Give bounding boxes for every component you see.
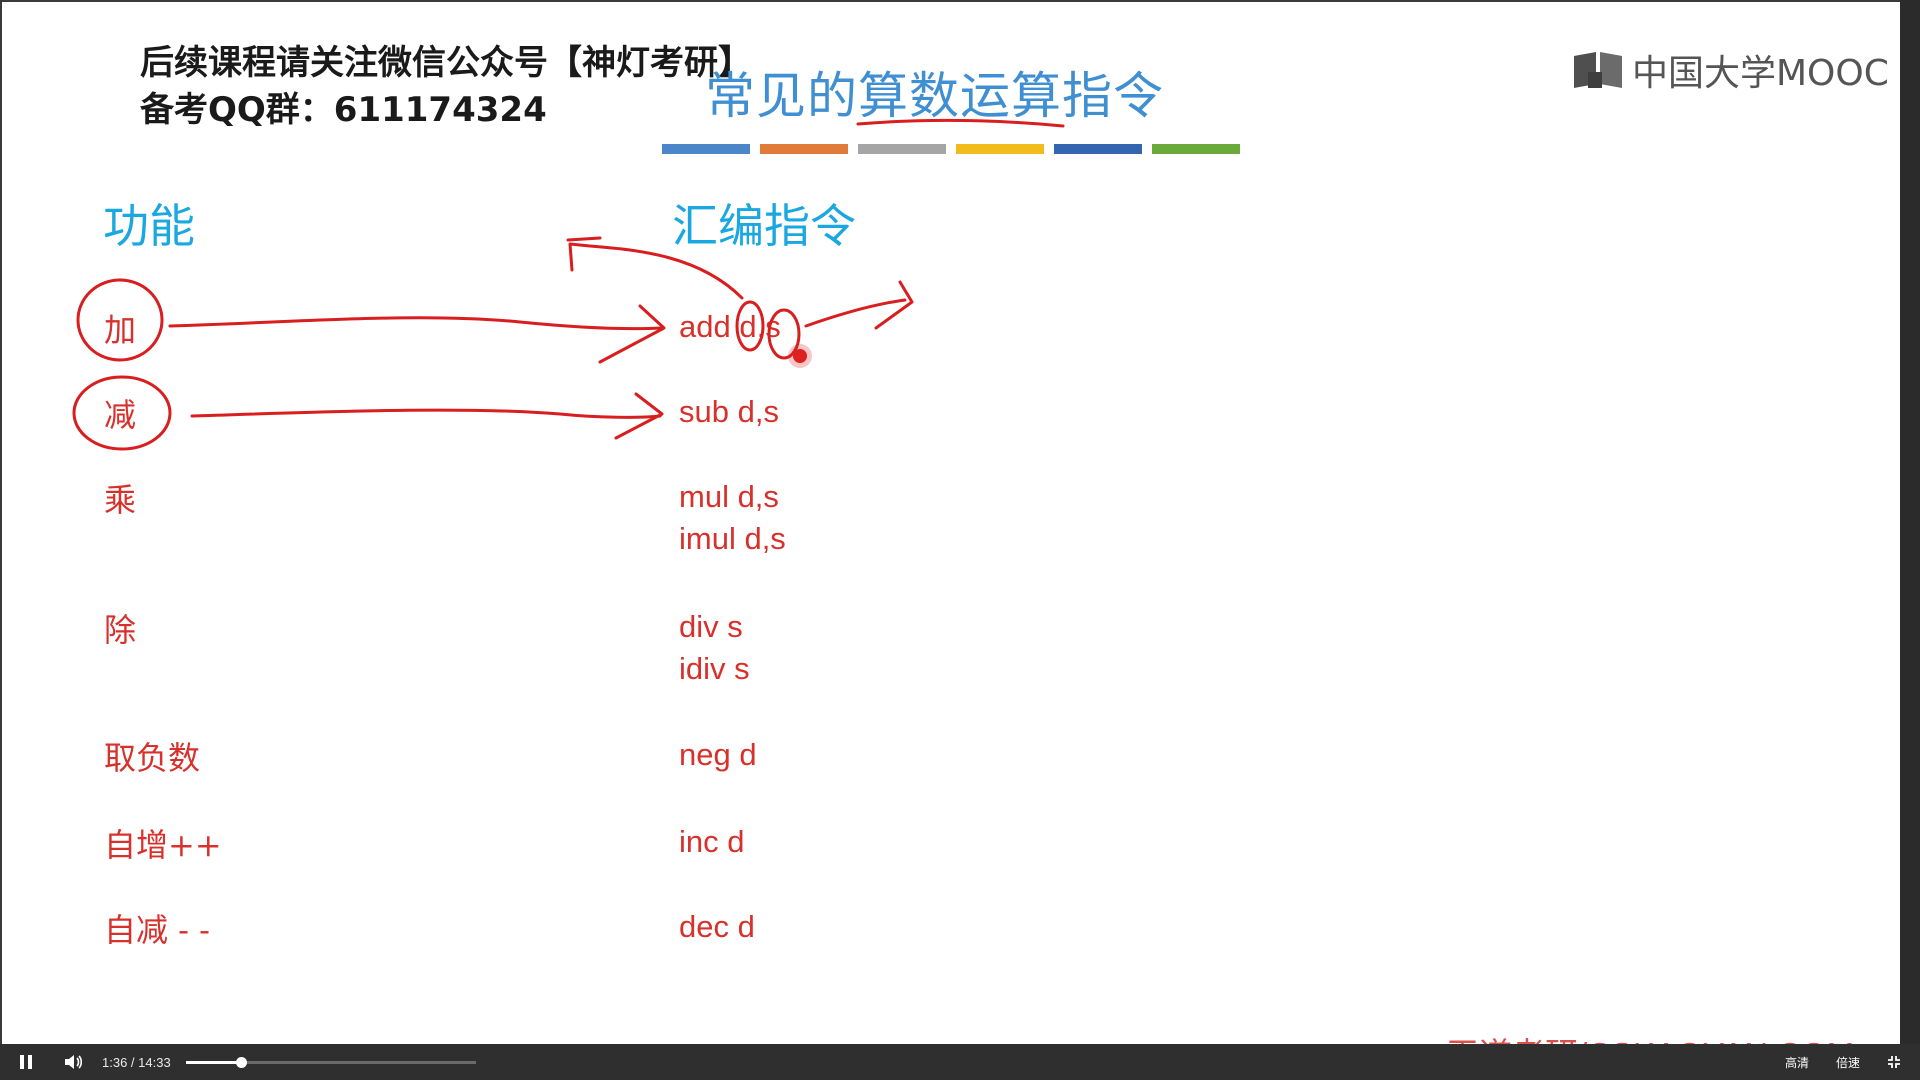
asm-mul: mul d,s	[679, 479, 779, 514]
asm-dec: dec d	[679, 909, 755, 944]
mooc-logo: 中国大学MOOC	[1572, 44, 1889, 96]
color-bar	[1054, 144, 1142, 154]
arrow-add-head	[598, 304, 666, 364]
function-add: 加	[104, 311, 137, 349]
pointer-halo	[788, 344, 812, 368]
progress-bar[interactable]	[186, 1057, 476, 1068]
book-icon	[1574, 52, 1622, 88]
asm-add: add d,s	[679, 309, 781, 344]
function-inc: 自增++	[104, 826, 222, 864]
asm-idiv: idiv s	[679, 651, 750, 686]
mooc-logo-text: 中国大学MOOC	[1632, 53, 1889, 94]
progress-fill	[186, 1061, 241, 1064]
color-bar	[956, 144, 1044, 154]
arrow-sub	[190, 408, 662, 419]
time-separator: /	[127, 1054, 139, 1070]
color-bar	[760, 144, 848, 154]
asm-inc: inc d	[679, 824, 745, 859]
pause-button[interactable]	[14, 1044, 38, 1080]
pointer-dot	[793, 349, 807, 363]
current-time: 1:36	[102, 1054, 128, 1070]
notice-line-qq: 备考QQ群：611174324	[140, 90, 547, 130]
video-frame-top	[0, 0, 1920, 2]
slide-title: 常见的算数运算指令	[705, 67, 1164, 125]
arrow-source-head	[874, 280, 914, 330]
annotation-layer	[72, 118, 1065, 451]
color-bar	[1152, 144, 1240, 154]
exit-fullscreen-icon	[1888, 1056, 1900, 1068]
time-display: 1:36 / 14:33	[102, 1044, 171, 1080]
volume-button[interactable]	[60, 1044, 86, 1080]
exit-fullscreen-button[interactable]	[1884, 1044, 1904, 1080]
volume-icon	[65, 1055, 83, 1069]
arrow-add	[168, 316, 664, 331]
asm-neg: neg d	[679, 737, 757, 772]
function-sub: 减	[104, 396, 137, 434]
function-mul: 乘	[104, 481, 137, 519]
function-neg: 取负数	[104, 739, 201, 777]
video-frame-right	[1900, 0, 1920, 1080]
pause-icon	[20, 1055, 32, 1069]
asm-imul: imul d,s	[679, 521, 786, 556]
arrow-dest-head	[566, 236, 602, 242]
color-bar	[662, 144, 750, 154]
speed-button[interactable]: 倍速	[1836, 1044, 1860, 1080]
column-header-function: 功能	[103, 199, 195, 253]
progress-handle[interactable]	[235, 1057, 247, 1068]
quality-button[interactable]: 高清	[1785, 1044, 1809, 1080]
course-notice: 后续课程请关注微信公众号【神灯考研】 备考QQ群：611174324	[140, 40, 752, 134]
arrow-source	[804, 298, 907, 328]
column-header-assembly: 汇编指令	[672, 199, 856, 253]
asm-div: div s	[679, 609, 743, 644]
function-dec: 自减 - -	[104, 911, 210, 949]
video-frame-left	[0, 0, 2, 1080]
color-bar	[858, 144, 946, 154]
arrow-sub-head	[614, 392, 664, 440]
notice-line-wechat: 后续课程请关注微信公众号【神灯考研】	[140, 43, 752, 83]
asm-sub: sub d,s	[679, 394, 779, 429]
function-div: 除	[104, 611, 137, 649]
title-color-bars	[662, 144, 1240, 154]
player-control-bar: 1:36 / 14:33 高清 倍速	[0, 1044, 1920, 1080]
duration: 14:33	[138, 1054, 171, 1070]
